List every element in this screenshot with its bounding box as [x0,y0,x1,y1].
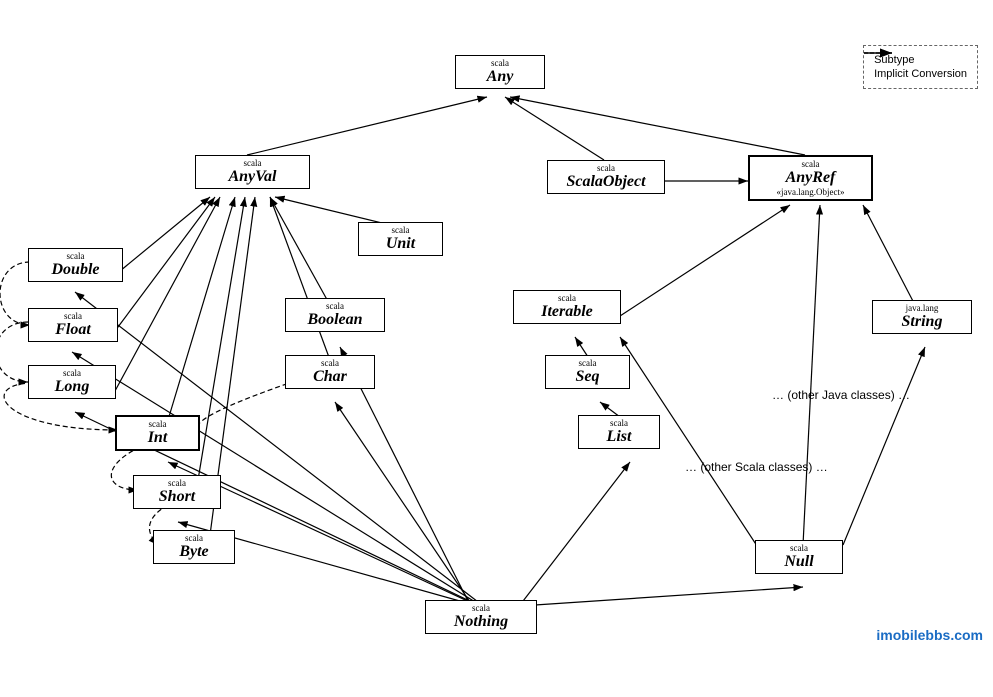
node-nothing-name: Nothing [434,613,528,631]
node-char: scala Char [285,355,375,389]
node-seq-name: Seq [554,368,621,386]
node-double: scala Double [28,248,123,282]
legend-implicit: Implicit Conversion [874,68,967,80]
node-long: scala Long [28,365,116,399]
node-anyref-pkg: scala [758,159,863,169]
node-byte: scala Byte [153,530,235,564]
node-boolean-name: Boolean [294,311,376,329]
other-scala-label: … (other Scala classes) … [685,460,828,474]
node-long-pkg: scala [37,368,107,378]
node-list: scala List [578,415,660,449]
node-anyval-pkg: scala [204,158,301,168]
node-scalaobject: scala ScalaObject [547,160,665,194]
node-seq: scala Seq [545,355,630,389]
node-char-pkg: scala [294,358,366,368]
node-byte-pkg: scala [162,533,226,543]
node-iterable-pkg: scala [522,293,612,303]
node-float-name: Float [37,321,109,339]
node-unit: scala Unit [358,222,443,256]
node-boolean: scala Boolean [285,298,385,332]
node-short-pkg: scala [142,478,212,488]
node-null-name: Null [764,553,834,571]
node-anyref-sub: «java.lang.Object» [758,187,863,197]
node-seq-pkg: scala [554,358,621,368]
node-anyref-name: AnyRef [758,169,863,187]
node-short: scala Short [133,475,221,509]
node-list-pkg: scala [587,418,651,428]
legend: Subtype Implicit Conversion [863,45,978,89]
node-any-name: Any [464,68,536,86]
node-short-name: Short [142,488,212,506]
node-null: scala Null [755,540,843,574]
node-unit-pkg: scala [367,225,434,235]
node-byte-name: Byte [162,543,226,561]
node-list-name: List [587,428,651,446]
node-anyval: scala AnyVal [195,155,310,189]
node-double-name: Double [37,261,114,279]
node-int: scala Int [115,415,200,451]
node-any: scala Any [455,55,545,89]
node-int-name: Int [125,429,190,447]
node-nothing-pkg: scala [434,603,528,613]
node-unit-name: Unit [367,235,434,253]
node-char-name: Char [294,368,366,386]
node-nothing: scala Nothing [425,600,537,634]
watermark: imobilebbs.com [876,627,983,643]
node-long-name: Long [37,378,107,396]
node-anyref: scala AnyRef «java.lang.Object» [748,155,873,201]
node-scalaobject-name: ScalaObject [556,173,656,191]
node-null-pkg: scala [764,543,834,553]
node-float-pkg: scala [37,311,109,321]
node-int-pkg: scala [125,419,190,429]
node-iterable-name: Iterable [522,303,612,321]
node-scalaobject-pkg: scala [556,163,656,173]
node-boolean-pkg: scala [294,301,376,311]
node-double-pkg: scala [37,251,114,261]
node-any-pkg: scala [464,58,536,68]
node-float: scala Float [28,308,118,342]
node-iterable: scala Iterable [513,290,621,324]
node-anyval-name: AnyVal [204,168,301,186]
